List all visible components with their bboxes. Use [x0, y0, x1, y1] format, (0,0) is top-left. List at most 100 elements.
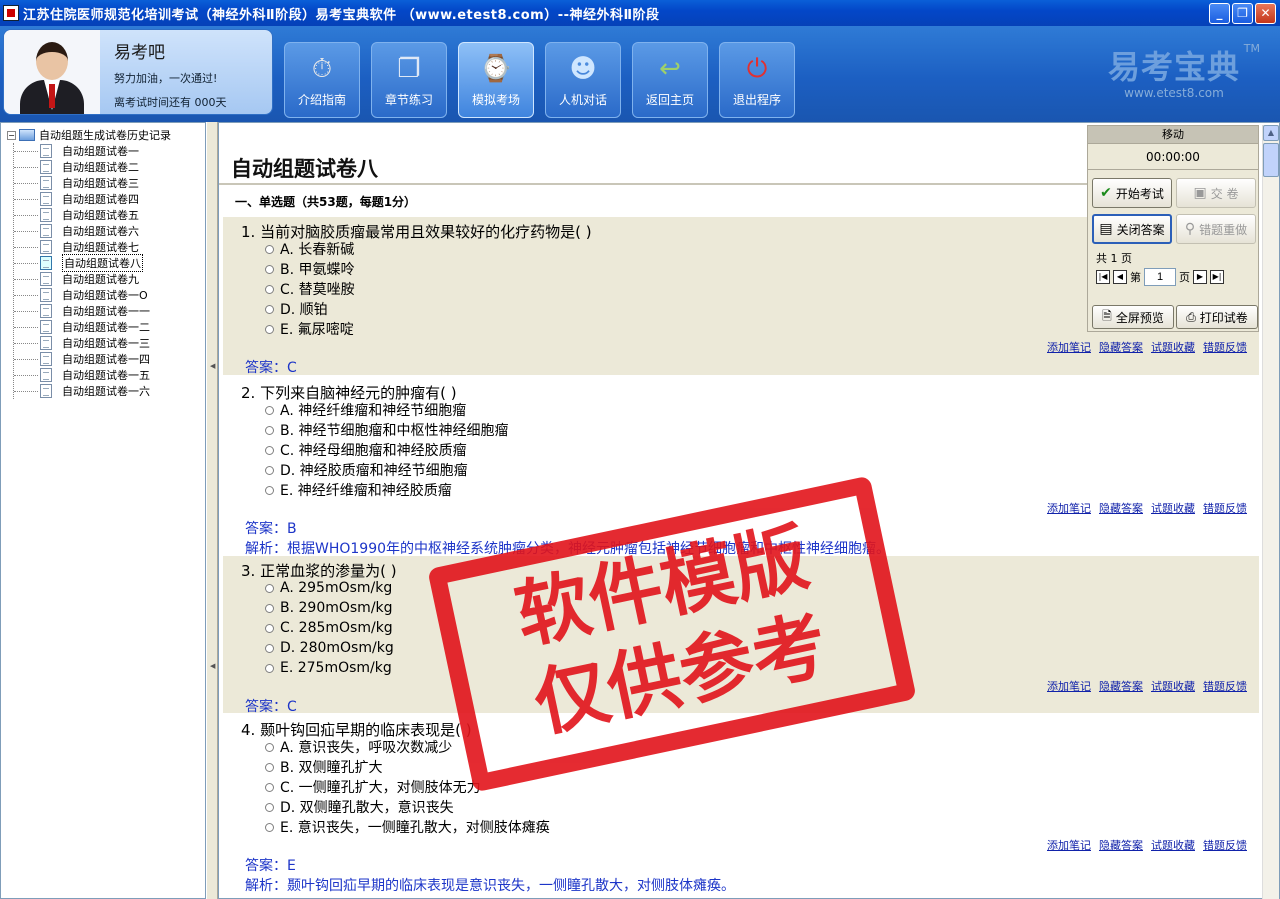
toolbar-button-1[interactable]: ⏱ 介绍指南	[284, 42, 360, 118]
radio-icon[interactable]	[265, 583, 274, 593]
question-action-link[interactable]: 试题收藏	[1151, 339, 1195, 355]
answer-option[interactable]: C. 神经母细胞瘤和神经胶质瘤	[241, 440, 1259, 460]
collapse-left-icon-2[interactable]: ◀	[210, 662, 215, 670]
tree-item[interactable]: 自动组题试卷八	[14, 254, 205, 272]
question-action-link[interactable]: 添加笔记	[1047, 500, 1091, 516]
question-action-link[interactable]: 试题收藏	[1151, 500, 1195, 516]
tree-item[interactable]: 自动组题试卷三	[14, 175, 205, 191]
next-page-icon[interactable]: ▶	[1193, 270, 1207, 284]
radio-icon[interactable]	[265, 603, 274, 613]
print-button[interactable]: ⎙ 打印试卷	[1176, 305, 1258, 329]
toolbar-button-label: 介绍指南	[297, 93, 346, 107]
tree-item-label: 自动组题试卷二	[62, 161, 139, 174]
tree-item[interactable]: 自动组题试卷九	[14, 271, 205, 287]
radio-icon[interactable]	[265, 445, 274, 455]
tree-item[interactable]: 自动组题试卷一三	[14, 335, 205, 351]
radio-icon[interactable]	[265, 284, 274, 294]
radio-icon[interactable]	[265, 244, 274, 254]
radio-icon[interactable]	[265, 802, 274, 812]
vertical-scrollbar[interactable]: ▲	[1262, 125, 1279, 899]
answer-option[interactable]: D. 双侧瞳孔散大，意识丧失	[241, 797, 1259, 817]
question-action-link[interactable]: 试题收藏	[1151, 678, 1195, 694]
scroll-up-icon[interactable]: ▲	[1263, 125, 1279, 141]
maximize-button[interactable]: ❐	[1232, 3, 1253, 24]
document-icon	[40, 288, 52, 302]
tree-item[interactable]: 自动组题试卷六	[14, 223, 205, 239]
submit-button[interactable]: ▣ 交 卷	[1176, 178, 1256, 208]
toolbar-button-3[interactable]: ⌚ 模拟考场	[458, 42, 534, 118]
fullscreen-preview-button[interactable]: 🗎 全屏预览	[1092, 305, 1174, 329]
close-answer-button[interactable]: ▤ 关闭答案	[1092, 214, 1172, 244]
question-action-link[interactable]: 隐藏答案	[1099, 500, 1143, 516]
question-action-link[interactable]: 错题反馈	[1203, 500, 1247, 516]
tree-item[interactable]: 自动组题试卷四	[14, 191, 205, 207]
collapse-left-icon[interactable]: ◀	[210, 362, 215, 370]
radio-icon[interactable]	[265, 623, 274, 633]
minimize-button[interactable]: _	[1209, 3, 1230, 24]
radio-icon[interactable]	[265, 405, 274, 415]
answer-option[interactable]: B. 神经节细胞瘤和中枢性神经细胞瘤	[241, 420, 1259, 440]
radio-icon[interactable]	[265, 663, 274, 673]
radio-icon[interactable]	[265, 425, 274, 435]
question-action-link[interactable]: 错题反馈	[1203, 339, 1247, 355]
tree-item[interactable]: 自动组题试卷一O	[14, 287, 205, 303]
toolbar-button-6[interactable]: ⏻ 退出程序	[719, 42, 795, 118]
toolbar-button-5[interactable]: ↩ 返回主页	[632, 42, 708, 118]
header: 易考吧 努力加油，一次通过! 离考试时间还有 000天 ⏱ 介绍指南 ❐ 章节练习 ⌚ 模…	[0, 26, 1280, 122]
radio-icon[interactable]	[265, 324, 274, 334]
radio-icon[interactable]	[265, 822, 274, 832]
answer-option[interactable]: C. 一侧瞳孔扩大，对侧肢体无力	[241, 777, 1259, 797]
redo-wrong-button[interactable]: ⚲ 错题重做	[1176, 214, 1256, 244]
tree-item[interactable]: 自动组题试卷一六	[14, 383, 205, 399]
prev-page-icon[interactable]: ◀	[1113, 270, 1127, 284]
tree-item[interactable]: 自动组题试卷七	[14, 239, 205, 255]
tree-item-label: 自动组题试卷五	[62, 209, 139, 222]
toolbar-button-label: 章节练习	[384, 93, 433, 107]
radio-icon[interactable]	[265, 643, 274, 653]
tree-item[interactable]: 自动组题试卷一四	[14, 351, 205, 367]
answer-option[interactable]: D. 神经胶质瘤和神经节细胞瘤	[241, 460, 1259, 480]
answer-option[interactable]: B. 双侧瞳孔扩大	[241, 757, 1259, 777]
move-handle[interactable]: 移动	[1088, 126, 1258, 144]
page-input[interactable]	[1144, 268, 1176, 286]
question-actions: 添加笔记 隐藏答案 试题收藏 错题反馈	[1047, 837, 1247, 853]
question-action-link[interactable]: 添加笔记	[1047, 339, 1091, 355]
question-action-link[interactable]: 错题反馈	[1203, 837, 1247, 853]
radio-icon[interactable]	[265, 742, 274, 752]
start-exam-button[interactable]: ✔ 开始考试	[1092, 178, 1172, 208]
tree-item[interactable]: 自动组题试卷一一	[14, 303, 205, 319]
scroll-thumb[interactable]	[1263, 143, 1279, 177]
radio-icon[interactable]	[265, 304, 274, 314]
question-action-link[interactable]: 试题收藏	[1151, 837, 1195, 853]
radio-icon[interactable]	[265, 465, 274, 475]
tree-item[interactable]: 自动组题试卷二	[14, 159, 205, 175]
radio-icon[interactable]	[265, 782, 274, 792]
splitter[interactable]: ◀ ◀	[206, 122, 218, 899]
collapse-icon[interactable]: −	[7, 130, 16, 140]
last-page-icon[interactable]: ▶|	[1210, 270, 1224, 284]
tree-root[interactable]: − 自动组题生成试卷历史记录	[1, 127, 205, 143]
tree-item[interactable]: 自动组题试卷一五	[14, 367, 205, 383]
toolbar-button-2[interactable]: ❐ 章节练习	[371, 42, 447, 118]
first-page-icon[interactable]: |◀	[1096, 270, 1110, 284]
answer-option[interactable]: E. 神经纤维瘤和神经胶质瘤	[241, 480, 1259, 500]
answer-option[interactable]: E. 意识丧失，一侧瞳孔散大，对侧肢体瘫痪	[241, 817, 1259, 837]
question-action-link[interactable]: 添加笔记	[1047, 837, 1091, 853]
radio-icon[interactable]	[265, 264, 274, 274]
tree-item[interactable]: 自动组题试卷一	[14, 143, 205, 159]
question-action-link[interactable]: 错题反馈	[1203, 678, 1247, 694]
answer-option[interactable]: A. 神经纤维瘤和神经节细胞瘤	[241, 400, 1259, 420]
question-action-link[interactable]: 隐藏答案	[1099, 837, 1143, 853]
toolbar-button-4[interactable]: ☻ 人机对话	[545, 42, 621, 118]
tree-item[interactable]: 自动组题试卷五	[14, 207, 205, 223]
close-button[interactable]: ✕	[1255, 3, 1276, 24]
radio-icon[interactable]	[265, 485, 274, 495]
question-action-link[interactable]: 隐藏答案	[1099, 339, 1143, 355]
radio-icon[interactable]	[265, 762, 274, 772]
answer-option[interactable]: A. 意识丧失，呼吸次数减少	[241, 737, 1259, 757]
document-icon	[40, 176, 52, 190]
tree-item[interactable]: 自动组题试卷一二	[14, 319, 205, 335]
question-action-link[interactable]: 添加笔记	[1047, 678, 1091, 694]
preview-icon: 🗎	[1102, 308, 1112, 323]
question-action-link[interactable]: 隐藏答案	[1099, 678, 1143, 694]
